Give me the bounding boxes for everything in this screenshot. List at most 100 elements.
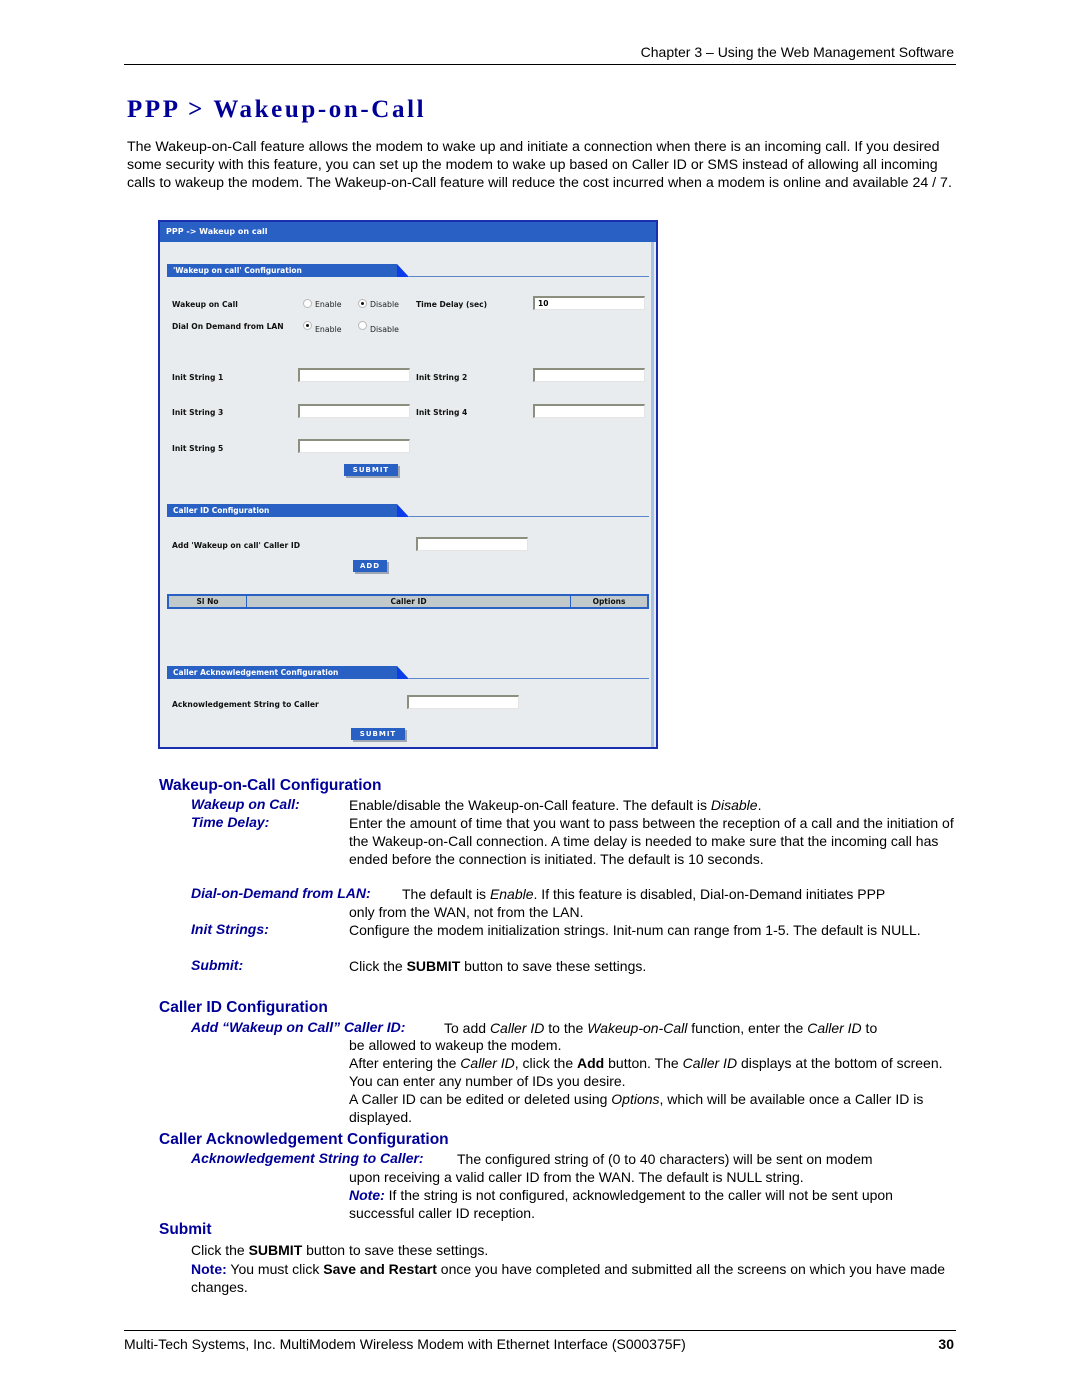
heading-caller-id-config: Caller ID Configuration <box>159 999 328 1016</box>
init-string-5-input[interactable] <box>298 439 410 453</box>
desc-text: . If this feature is disabled, Dial-on-D… <box>533 886 886 902</box>
column-header-options: Options <box>592 597 626 606</box>
desc-emphasis: Caller ID <box>460 1055 515 1071</box>
desc-emphasis: Options <box>611 1091 660 1107</box>
time-delay-input[interactable]: 10 <box>533 296 645 310</box>
wakeup-on-call-screenshot: PPP -> Wakeup on call 'Wakeup on call' C… <box>158 220 658 749</box>
term-time-delay: Time Delay: <box>191 814 270 830</box>
submit-note: Note: You must click Save and Restart on… <box>191 1260 961 1296</box>
desc-emphasis: Wakeup-on-Call <box>587 1020 688 1036</box>
section-tab-caller-id: Caller ID Configuration <box>167 504 409 517</box>
desc-text: Click the <box>349 958 407 974</box>
init-string-2-label: Init String 2 <box>416 373 468 382</box>
add-caller-id-label: Add 'Wakeup on call' Caller ID <box>172 541 301 550</box>
chapter-header: Chapter 3 – Using the Web Management Sof… <box>640 44 954 60</box>
desc-text: The default is <box>402 886 490 902</box>
desc-time-delay: Enter the amount of time that you want t… <box>349 815 954 867</box>
init-string-2-input[interactable] <box>533 368 645 382</box>
term-add-caller-id: Add “Wakeup on Call” Caller ID: <box>191 1019 406 1035</box>
screen-titlebar: PPP -> Wakeup on call <box>160 222 656 242</box>
desc-text: . <box>757 797 762 813</box>
desc-text: to <box>861 1020 878 1036</box>
init-string-3-input[interactable] <box>298 404 410 418</box>
term-submit: Submit: <box>191 957 244 973</box>
desc-text: , click the <box>514 1055 578 1071</box>
tab-wedge <box>397 666 409 679</box>
section-tab-label: Caller ID Configuration <box>173 506 270 515</box>
caller-id-table-header: Sl No Caller ID Options <box>167 594 649 609</box>
tab-wedge <box>397 264 409 277</box>
dod-enable-radio[interactable] <box>303 321 312 330</box>
wakeup-on-call-label: Wakeup on Call <box>172 300 238 309</box>
term-init-strings: Init Strings: <box>191 921 269 937</box>
section-rule <box>409 276 649 277</box>
note-label: Note: <box>191 1261 227 1277</box>
desc-text: button to save these settings. <box>302 1242 489 1258</box>
desc-submit: Click the SUBMIT button to save these se… <box>349 957 959 975</box>
desc-add-caller-id-p2: After entering the Caller ID, click the … <box>349 1054 959 1090</box>
desc-add-caller-id-p3: A Caller ID can be edited or deleted usi… <box>349 1090 959 1126</box>
desc-wakeup-on-call: Enable/disable the Wakeup-on-Call featur… <box>349 796 959 814</box>
desc-text: function, enter the <box>687 1020 808 1036</box>
init-string-3-label: Init String 3 <box>172 408 224 417</box>
wakeup-disable-radio[interactable] <box>358 299 367 308</box>
ack-submit-button[interactable]: SUBMIT <box>351 728 405 740</box>
init-string-1-label: Init String 1 <box>172 373 224 382</box>
dod-disable-label: Disable <box>370 325 399 334</box>
desc-dial-on-demand-cont: only from the WAN, not from the LAN. <box>349 904 584 920</box>
init-string-1-input[interactable] <box>298 368 410 382</box>
dod-disable-radio[interactable] <box>358 321 367 330</box>
term-dial-on-demand: Dial-on-Demand from LAN: <box>191 885 371 901</box>
dial-on-demand-label: Dial On Demand from LAN <box>172 322 284 331</box>
tab-wedge <box>397 504 409 517</box>
desc-text: Click the <box>191 1242 249 1258</box>
desc-bold: Save and Restart <box>323 1261 437 1277</box>
heading-ack-config: Caller Acknowledgement Configuration <box>159 1131 449 1148</box>
desc-text: button. The <box>604 1055 683 1071</box>
header-rule <box>124 64 956 65</box>
term-wakeup-on-call: Wakeup on Call: <box>191 796 300 812</box>
column-header-caller-id: Caller ID <box>247 596 571 607</box>
page-number: 30 <box>938 1336 954 1352</box>
init-string-4-input[interactable] <box>533 404 645 418</box>
desc-add-caller-id-line2: be allowed to wakeup the modem. <box>349 1037 562 1053</box>
ack-string-input[interactable] <box>407 695 519 709</box>
desc-bold: SUBMIT <box>248 1242 303 1258</box>
desc-emphasis: Enable <box>489 886 534 902</box>
desc-text: A Caller ID can be edited or deleted usi… <box>349 1091 612 1107</box>
ack-string-label: Acknowledgement String to Caller <box>172 700 319 709</box>
section-tab-wakeup: 'Wakeup on call' Configuration <box>167 264 409 277</box>
note-text: If the string is not configured, acknowl… <box>349 1187 893 1221</box>
section-rule <box>409 516 649 517</box>
desc-text: To add <box>444 1020 490 1036</box>
heading-wakeup-config: Wakeup-on-Call Configuration <box>159 777 382 794</box>
desc-ack-string-line1: The configured string of (0 to 40 charac… <box>457 1151 873 1167</box>
add-caller-id-input[interactable] <box>416 537 528 551</box>
footer-text: Multi-Tech Systems, Inc. MultiModem Wire… <box>124 1336 686 1352</box>
wakeup-enable-radio[interactable] <box>303 299 312 308</box>
ack-note: Note: If the string is not configured, a… <box>349 1186 959 1222</box>
desc-ack-string-line2: upon receiving a valid caller ID from th… <box>349 1169 804 1185</box>
section-tab-label: Caller Acknowledgement Configuration <box>173 668 339 677</box>
init-string-4-label: Init String 4 <box>416 408 468 417</box>
init-string-5-label: Init String 5 <box>172 444 224 453</box>
footer-rule <box>124 1330 956 1331</box>
submit-paragraph: Click the SUBMIT button to save these se… <box>191 1241 961 1259</box>
desc-emphasis: Caller ID <box>807 1020 862 1036</box>
add-button[interactable]: ADD <box>353 560 387 572</box>
wakeup-enable-label: Enable <box>315 300 342 309</box>
dod-enable-label: Enable <box>315 325 342 334</box>
intro-paragraph: The Wakeup-on-Call feature allows the mo… <box>127 139 952 191</box>
section-tab-ack: Caller Acknowledgement Configuration <box>167 666 409 679</box>
wakeup-disable-label: Disable <box>370 300 399 309</box>
desc-emphasis: Caller ID <box>489 1020 545 1036</box>
desc-text: After entering the <box>349 1055 461 1071</box>
desc-dial-on-demand: The default is Enable. If this feature i… <box>402 885 962 903</box>
frame-inner-border <box>651 222 654 747</box>
section-tab-label: 'Wakeup on call' Configuration <box>173 266 302 275</box>
section-rule <box>409 678 649 679</box>
column-header-sl-no: Sl No <box>169 596 247 607</box>
term-ack-string: Acknowledgement String to Caller: <box>191 1150 424 1166</box>
note-label: Note: <box>349 1187 385 1203</box>
wakeup-submit-button[interactable]: SUBMIT <box>344 464 398 476</box>
